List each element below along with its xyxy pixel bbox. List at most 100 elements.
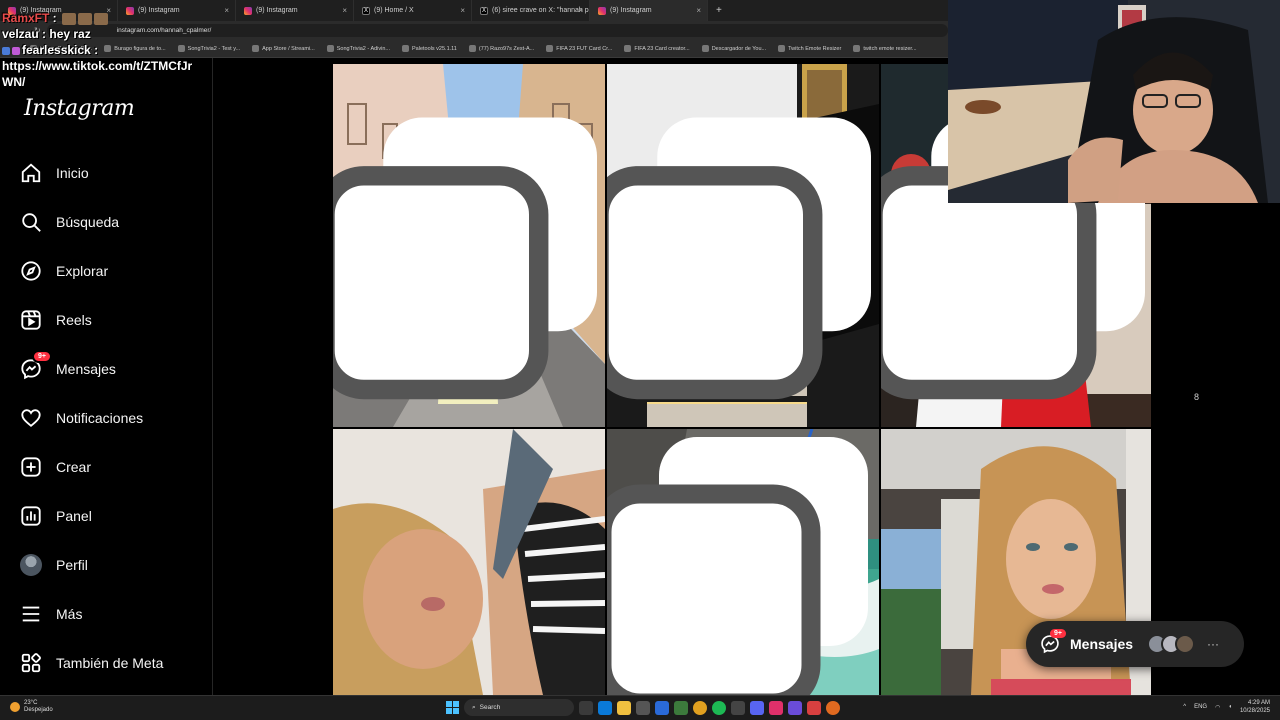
home-icon bbox=[21, 163, 41, 183]
chat-badge-icon bbox=[12, 46, 20, 55]
bookmark[interactable]: Paletools v25.1.11 bbox=[402, 45, 457, 52]
avatar bbox=[20, 554, 42, 576]
multiple-photos-icon bbox=[333, 117, 597, 400]
close-icon[interactable]: × bbox=[342, 6, 347, 15]
obs-icon[interactable] bbox=[731, 700, 745, 715]
emote-icon bbox=[94, 12, 109, 25]
app-icon[interactable] bbox=[807, 700, 821, 715]
sidebar-item-mas[interactable]: Más bbox=[20, 599, 82, 629]
multiple-photos-icon bbox=[607, 117, 871, 400]
discord-icon[interactable] bbox=[750, 700, 764, 715]
sidebar-item-mensajes[interactable]: 9+ Mensajes bbox=[20, 350, 116, 384]
bookmark[interactable]: Twitch Emote Resizer bbox=[778, 45, 841, 52]
close-icon[interactable]: × bbox=[578, 6, 583, 15]
chat-text: hey raz bbox=[49, 27, 91, 41]
chat-username: fearlesskick bbox=[22, 43, 91, 57]
sidebar-item-crear[interactable]: Crear bbox=[20, 452, 91, 482]
bookmark[interactable]: FIFA 23 Card creator... bbox=[624, 45, 690, 52]
instagram-sidebar: Instagram Inicio Búsqueda Explorar Reels… bbox=[0, 58, 213, 695]
sidebar-item-inicio[interactable]: Inicio bbox=[20, 158, 89, 188]
teams-icon[interactable] bbox=[788, 700, 802, 715]
bookmark[interactable]: SongTrivia2 - Adivin... bbox=[326, 45, 390, 52]
firefox-icon[interactable] bbox=[826, 700, 840, 715]
chat-message: RamxFT : bbox=[2, 10, 212, 26]
menu-icon bbox=[22, 606, 40, 622]
store-icon[interactable] bbox=[636, 700, 650, 715]
chrome-icon[interactable] bbox=[693, 700, 707, 715]
post-thumbnail[interactable] bbox=[333, 429, 605, 695]
post-thumbnail[interactable] bbox=[607, 64, 879, 427]
system-tray: ^ ENG ◠ ◖ 4:29 AM 10/28/2025 bbox=[1183, 699, 1270, 715]
file-explorer-icon[interactable] bbox=[617, 700, 631, 715]
sidebar-item-explorar[interactable]: Explorar bbox=[20, 256, 108, 286]
edge-icon[interactable] bbox=[598, 700, 612, 715]
x-icon: X bbox=[480, 6, 488, 15]
bookmark-icon bbox=[853, 45, 861, 52]
bookmark[interactable]: App Store / Streami... bbox=[252, 45, 315, 52]
taskbar-search[interactable]: ⌕ Search bbox=[464, 699, 574, 716]
more-icon[interactable]: ··· bbox=[1207, 637, 1219, 651]
browser-tab[interactable]: X (9) Home / X × bbox=[354, 0, 472, 21]
notification-badge: 9+ bbox=[1050, 629, 1066, 638]
avatar bbox=[1175, 634, 1196, 654]
wifi-icon[interactable]: ◠ bbox=[1215, 704, 1220, 711]
new-tab-button[interactable]: + bbox=[708, 5, 730, 16]
meta-apps-icon bbox=[21, 653, 41, 673]
bookmark[interactable]: twitch emote resizer... bbox=[853, 45, 917, 52]
chat-message: fearlesskick : bbox=[2, 42, 212, 58]
sidebar-item-notificaciones[interactable]: Notificaciones bbox=[20, 403, 143, 433]
task-view-icon[interactable] bbox=[579, 700, 593, 715]
close-icon[interactable]: × bbox=[460, 6, 465, 15]
messages-label: Mensajes bbox=[1070, 636, 1134, 652]
chat-text: https://www.tiktok.com/t/ZTMCfJrWN/ bbox=[2, 59, 193, 89]
instagram-icon bbox=[244, 6, 252, 15]
clock[interactable]: 4:29 AM 10/28/2025 bbox=[1240, 699, 1270, 715]
browser-tab-active[interactable]: (9) Instagram × bbox=[590, 0, 708, 21]
bookmark-icon bbox=[624, 45, 632, 52]
bookmark[interactable]: (77) Razo97s Zest-A... bbox=[468, 45, 534, 52]
instagram-icon bbox=[598, 6, 606, 15]
temperature: 23°C bbox=[24, 700, 38, 706]
browser-tab[interactable]: (9) Instagram × bbox=[236, 0, 354, 21]
bookmark[interactable]: Descargador de You... bbox=[701, 45, 766, 52]
post-thumbnail[interactable] bbox=[333, 64, 605, 427]
webcam-image bbox=[948, 0, 1280, 203]
app-icon[interactable] bbox=[674, 700, 688, 715]
sidebar-item-panel[interactable]: Panel bbox=[20, 501, 92, 531]
post-thumbnail[interactable] bbox=[607, 429, 879, 695]
close-icon[interactable]: × bbox=[696, 6, 701, 15]
weather-widget[interactable]: 23°C Despejado bbox=[10, 700, 53, 714]
bookmark-icon bbox=[546, 45, 554, 52]
plus-square-icon bbox=[21, 457, 41, 477]
app-icon[interactable] bbox=[769, 700, 783, 715]
search-icon bbox=[22, 213, 41, 232]
sidebar-item-tambien-de-meta[interactable]: También de Meta bbox=[20, 648, 163, 678]
emote-icon bbox=[78, 12, 93, 25]
messages-floating-button[interactable]: 9+ Mensajes ··· bbox=[1026, 621, 1244, 667]
language-indicator[interactable]: ENG bbox=[1194, 704, 1207, 710]
weather-icon bbox=[10, 702, 20, 712]
post-image bbox=[333, 429, 605, 695]
chat-message: velzau : hey raz bbox=[2, 27, 91, 41]
volume-icon[interactable]: ◖ bbox=[1228, 704, 1232, 710]
taskbar-apps: ⌕ Search bbox=[446, 699, 840, 716]
multiple-photos-icon bbox=[607, 437, 868, 695]
sidebar-item-busqueda[interactable]: Búsqueda bbox=[20, 207, 119, 237]
bookmark-icon bbox=[778, 45, 786, 52]
chat-badge-icon bbox=[2, 46, 10, 55]
bookmark[interactable]: FIFA 23 FUT Card Cr... bbox=[546, 45, 612, 52]
sidebar-item-reels[interactable]: Reels bbox=[20, 305, 92, 335]
instagram-logo[interactable]: Instagram bbox=[24, 96, 135, 121]
bookmark-icon bbox=[468, 45, 476, 52]
chevron-up-icon[interactable]: ^ bbox=[1183, 704, 1186, 710]
compass-icon bbox=[21, 261, 41, 281]
mail-icon[interactable] bbox=[655, 700, 669, 715]
browser-tab[interactable]: X (6) siree crave on X: "hannah p × bbox=[472, 0, 590, 21]
windows-start-icon[interactable] bbox=[446, 701, 459, 714]
spotify-icon[interactable] bbox=[712, 700, 726, 715]
weather-condition: Despejado bbox=[24, 707, 53, 713]
sidebar-item-perfil[interactable]: Perfil bbox=[20, 550, 88, 580]
close-icon[interactable]: × bbox=[224, 6, 229, 15]
bookmark-icon bbox=[252, 45, 260, 52]
screen: (9) Instagram × (9) Instagram × (9) Instag… bbox=[0, 0, 1280, 720]
